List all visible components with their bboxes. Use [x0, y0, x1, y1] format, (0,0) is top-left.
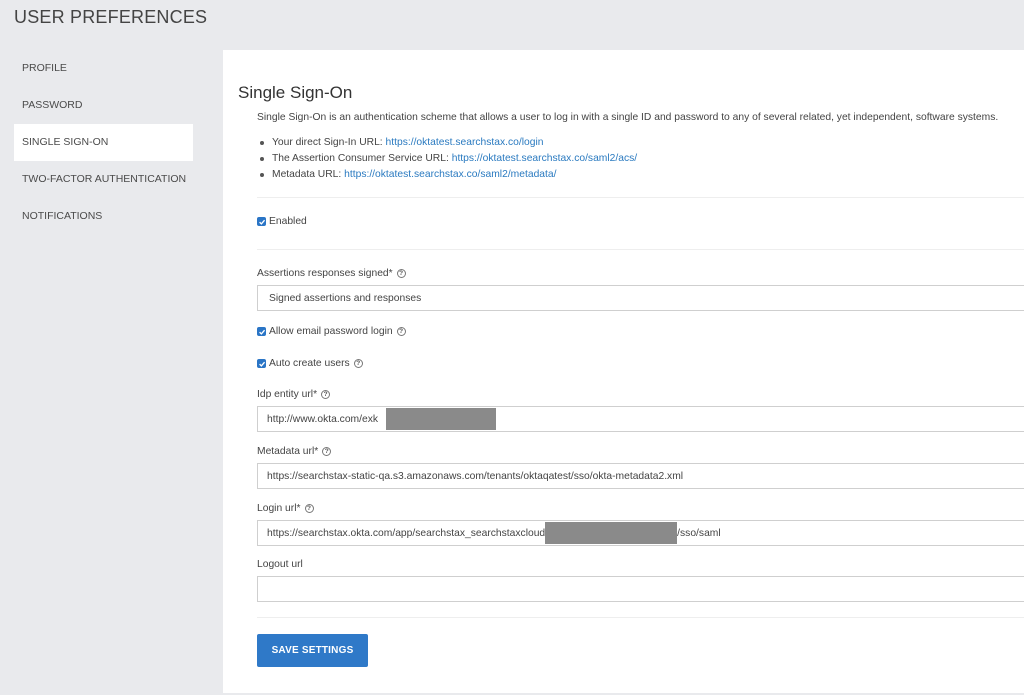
metadata-url-label: Metadata URL:: [272, 169, 342, 180]
divider: [257, 197, 1024, 198]
help-icon[interactable]: ?: [321, 390, 331, 399]
list-item: Metadata URL: https://oktatest.searchsta…: [259, 167, 637, 183]
auto-create-label: Auto create users: [269, 358, 350, 369]
idp-entity-input[interactable]: [257, 406, 1024, 432]
help-icon[interactable]: ?: [396, 327, 406, 336]
divider: [257, 617, 1024, 618]
list-item: The Assertion Consumer Service URL: http…: [259, 151, 637, 167]
login-url-label: Login url* ?: [257, 503, 314, 514]
assertions-select[interactable]: [257, 285, 1024, 311]
sidebar: PROFILE PASSWORD SINGLE SIGN-ON TWO-FACT…: [14, 50, 193, 235]
checkmark-icon: [258, 361, 265, 367]
page-title: USER PREFERENCES: [14, 7, 208, 27]
help-icon[interactable]: ?: [396, 269, 406, 278]
login-url-input[interactable]: https://searchstax.okta.com/app/searchst…: [257, 520, 1024, 546]
sidebar-item-two-factor-authentication[interactable]: TWO-FACTOR AUTHENTICATION: [14, 161, 193, 198]
assertions-label-text: Assertions responses signed*: [257, 268, 393, 279]
allow-email-label: Allow email password login: [269, 326, 393, 337]
login-url-prefix: https://searchstax.okta.com/app/searchst…: [267, 527, 546, 539]
metadata-url-input[interactable]: [257, 463, 1024, 489]
enabled-label: Enabled: [269, 216, 307, 227]
enabled-checkbox[interactable]: [257, 217, 266, 226]
assertions-label: Assertions responses signed* ?: [257, 268, 406, 279]
auto-create-checkbox[interactable]: [257, 359, 266, 368]
sso-settings-panel: Single Sign-On Single Sign-On is an auth…: [223, 50, 1024, 693]
sso-url-list: Your direct Sign-In URL: https://oktates…: [259, 135, 637, 183]
sidebar-item-notifications[interactable]: NOTIFICATIONS: [14, 198, 193, 235]
idp-entity-label-text: Idp entity url*: [257, 389, 318, 400]
save-settings-button[interactable]: SAVE SETTINGS: [257, 634, 368, 667]
metadata-url-label-field: Metadata url* ?: [257, 446, 332, 457]
redacted-block: [545, 522, 678, 544]
section-title: Single Sign-On: [238, 83, 353, 102]
help-icon[interactable]: ?: [304, 504, 314, 513]
idp-entity-label: Idp entity url* ?: [257, 389, 331, 400]
enabled-row: Enabled: [257, 216, 307, 227]
allow-email-checkbox[interactable]: [257, 327, 266, 336]
sidebar-item-profile[interactable]: PROFILE: [14, 50, 193, 87]
sign-in-url-link[interactable]: https://oktatest.searchstax.co/login: [386, 137, 544, 148]
redacted-block: [386, 408, 496, 430]
divider: [257, 249, 1024, 250]
auto-create-row: Auto create users ?: [257, 358, 363, 369]
sidebar-item-single-sign-on[interactable]: SINGLE SIGN-ON: [14, 124, 193, 161]
sso-description: Single Sign-On is an authentication sche…: [257, 112, 999, 123]
metadata-url-label-text: Metadata url*: [257, 446, 319, 457]
acs-url-link[interactable]: https://oktatest.searchstax.co/saml2/acs…: [452, 153, 637, 164]
acs-url-label: The Assertion Consumer Service URL:: [272, 153, 449, 164]
checkmark-icon: [258, 219, 265, 225]
sidebar-item-password[interactable]: PASSWORD: [14, 87, 193, 124]
allow-email-row: Allow email password login ?: [257, 326, 406, 337]
checkmark-icon: [258, 329, 265, 335]
list-item: Your direct Sign-In URL: https://oktates…: [259, 135, 637, 151]
sign-in-url-label: Your direct Sign-In URL:: [272, 137, 383, 148]
logout-url-input[interactable]: [257, 576, 1024, 602]
logout-url-label: Logout url: [257, 559, 303, 570]
help-icon[interactable]: ?: [322, 447, 332, 456]
logout-url-label-text: Logout url: [257, 559, 303, 570]
metadata-url-link[interactable]: https://oktatest.searchstax.co/saml2/met…: [344, 169, 556, 180]
login-url-label-text: Login url*: [257, 503, 301, 514]
login-url-suffix: /sso/saml: [677, 527, 721, 539]
help-icon[interactable]: ?: [353, 359, 363, 368]
